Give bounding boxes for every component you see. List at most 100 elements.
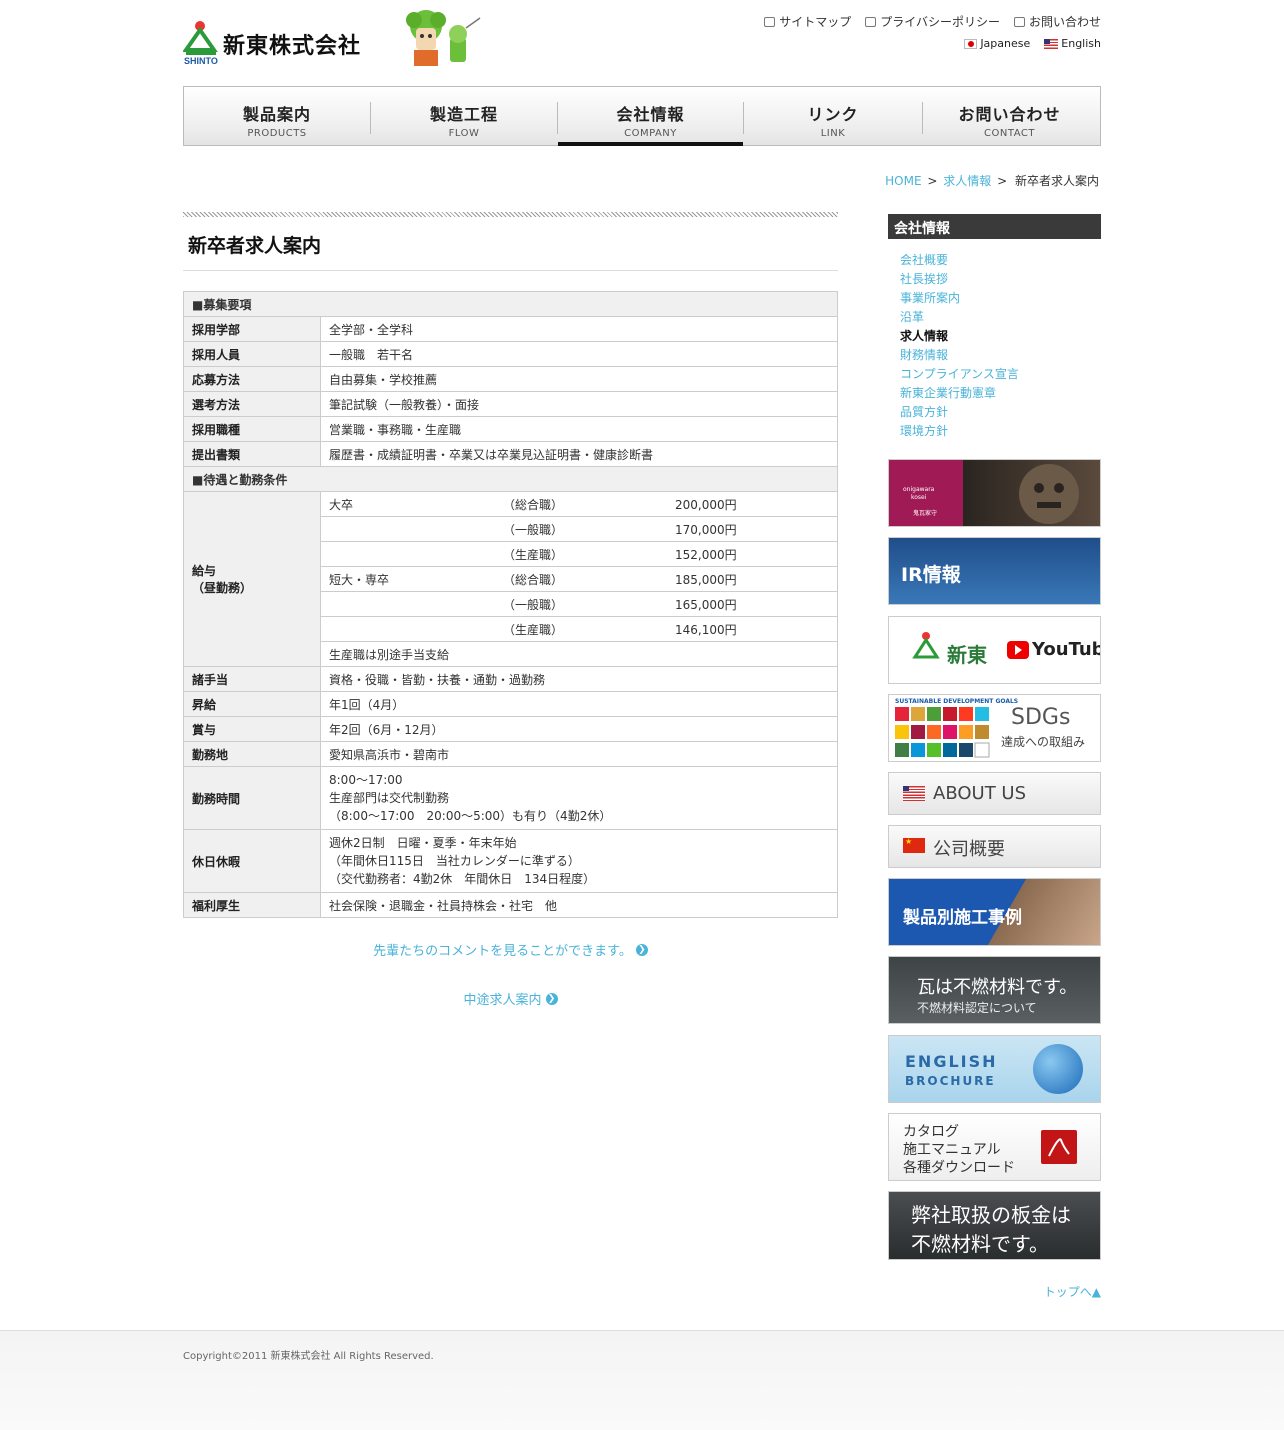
section-heading: ■待遇と勤務条件 (183, 466, 838, 492)
company-logo[interactable]: SHINTO 新東株式会社 (183, 20, 388, 66)
salary-amount: 146,100円 (675, 622, 737, 637)
table-row: 勤務地 愛知県高浜市・碧南市 (183, 741, 838, 767)
table-row: 採用職種 営業職・事務職・生産職 (183, 416, 838, 442)
row-value: 履歴書・成績証明書・卒業又は卒業見込証明書・健康診断書 (320, 441, 838, 467)
breadcrumb-home[interactable]: HOME (885, 174, 921, 188)
salary-type: （一般職） (503, 597, 564, 612)
sidebar-item-compliance[interactable]: コンプライアンス宣言 (900, 365, 1089, 384)
page-title: 新卒者求人案内 (183, 217, 838, 271)
english-brochure-banner[interactable]: ENGLISH BROCHURE (888, 1035, 1101, 1103)
sidebar-item-quality[interactable]: 品質方針 (900, 403, 1089, 422)
catalog-download-banner[interactable]: カタログ 施工マニュアル 各種ダウンロード (888, 1113, 1101, 1181)
pdf-icon (1041, 1130, 1077, 1164)
fireproof-tile-banner[interactable]: 瓦は不燃材料です。 不燃材料認定について (888, 956, 1101, 1024)
row-value: 年2回（6月・12月） (320, 716, 838, 742)
sidebar-item-finance[interactable]: 財務情報 (900, 346, 1089, 365)
breadcrumb-current: 新卒者求人案内 (1014, 174, 1099, 188)
row-value: 社会保険・退職金・社員持株会・社宅 他 (320, 892, 838, 918)
china-overview-banner[interactable]: ★ 公司概要 (888, 825, 1101, 868)
row-value: 一般職 若干名 (320, 341, 838, 367)
salary-amount: 165,000円 (675, 597, 737, 612)
shinto-logo-icon (912, 632, 940, 659)
sitemap-link[interactable]: サイトマップ (764, 13, 851, 30)
sdgs-banner[interactable]: SUSTAINABLE DEVELOPMENT GOALS SDGs 達成への取… (888, 694, 1101, 762)
midcareer-link-wrap: 中途求人案内 ❯ (183, 989, 838, 1008)
sidebar-item-environment[interactable]: 環境方針 (900, 422, 1089, 441)
row-value: 営業職・事務職・生産職 (320, 416, 838, 442)
salary-school (329, 521, 503, 538)
main-content: 新卒者求人案内 ■募集要項 採用学部 全学部・全学科 採用人員 一般職 若干名 応募… (183, 212, 838, 1008)
sidebar-item-charter[interactable]: 新東企業行動憲章 (900, 384, 1089, 403)
section-heading: ■募集要項 (183, 291, 838, 317)
svg-text:SHINTO: SHINTO (184, 56, 218, 66)
row-label: 勤務地 (183, 741, 321, 767)
sitemap-icon (764, 16, 776, 27)
nav-flow[interactable]: 製造工程 FLOW (371, 87, 557, 145)
youtube-banner[interactable]: 新東 YouTube (888, 616, 1101, 684)
row-value: 8:00～17:00 生産部門は交代制勤務 （8:00～17:00 20:00～5:… (320, 766, 838, 830)
global-nav: 製品案内 PRODUCTS 製造工程 FLOW 会社情報 COMPANY リンク LIN… (183, 86, 1101, 146)
row-label: 昇給 (183, 691, 321, 717)
nav-link[interactable]: リンク LINK (744, 87, 922, 145)
row-label: 選考方法 (183, 391, 321, 417)
salary-school: 短大・専卒 (329, 572, 390, 587)
nav-contact[interactable]: お問い合わせ CONTACT (923, 87, 1096, 145)
nav-products[interactable]: 製品案内 PRODUCTS (184, 87, 370, 145)
salary-type: （総合職） (503, 572, 564, 587)
copyright-text: Copyright©2011 新東株式会社 All Rights Reserve… (183, 1351, 434, 1362)
sheet-metal-banner[interactable]: 弊社取扱の板金は 不燃材料です。 (888, 1191, 1101, 1260)
sidebar-item-recruit[interactable]: 求人情報 (900, 327, 1089, 346)
construction-cases-banner[interactable]: 製品別施工事例 (888, 878, 1101, 946)
salary-school: 大卒 (329, 497, 354, 512)
salary-amount: 185,000円 (675, 572, 737, 587)
shinto-logo-mark: SHINTO (183, 21, 218, 66)
midcareer-link[interactable]: 中途求人案内 ❯ (463, 989, 558, 1008)
salary-label: 給与 （昼勤務） (183, 491, 321, 667)
youtube-play-icon (1007, 641, 1029, 659)
sidebar-item-history[interactable]: 沿革 (900, 308, 1089, 327)
contact-link[interactable]: お問い合わせ (1013, 13, 1101, 30)
row-value: 資格・役職・皆勤・扶養・通勤・過勤務 (320, 666, 838, 692)
sidebar-item-greeting[interactable]: 社長挨拶 (900, 270, 1089, 289)
row-label: 休日休暇 (183, 829, 321, 893)
table-row: 採用人員 一般職 若干名 (183, 341, 838, 367)
comments-link[interactable]: 先輩たちのコメントを見ることができます。 ❯ (373, 940, 648, 959)
row-label: 勤務時間 (183, 766, 321, 830)
back-to-top-link[interactable]: トップへ▲ (1044, 1283, 1101, 1300)
table-row: 勤務時間 8:00～17:00 生産部門は交代制勤務 （8:00～17:00 20:… (183, 766, 838, 830)
sidebar-item-overview[interactable]: 会社概要 (900, 251, 1089, 270)
row-label: 採用人員 (183, 341, 321, 367)
company-name: 新東株式会社 (223, 34, 362, 59)
table-row: ■募集要項 (183, 291, 838, 317)
sidebar-item-offices[interactable]: 事業所案内 (900, 289, 1089, 308)
globe-icon (1033, 1044, 1083, 1094)
table-row: 福利厚生 社会保険・退職金・社員持株会・社宅 他 (183, 892, 838, 918)
mascot-illustration (406, 10, 481, 66)
table-row: 休日休暇 週休2日制 日曜・夏季・年末年始 （年間休日115日 当社カレンダーに準… (183, 829, 838, 893)
breadcrumb-separator: > (927, 174, 938, 188)
about-us-banner[interactable]: ABOUT US (888, 772, 1101, 815)
row-label: 賞与 (183, 716, 321, 742)
footer: Copyright©2011 新東株式会社 All Rights Reserve… (0, 1330, 1284, 1430)
nav-company[interactable]: 会社情報 COMPANY (558, 87, 743, 146)
sidebar-heading: 会社情報 (888, 214, 1101, 239)
table-row: 賞与 年2回（6月・12月） (183, 716, 838, 742)
salary-row: 給与 （昼勤務） 大卒 （総合職） 200,000円 (183, 491, 838, 667)
ir-banner[interactable]: IR情報 (888, 537, 1101, 605)
row-label: 諸手当 (183, 666, 321, 692)
language-switcher: Japanese English (964, 37, 1101, 50)
table-row: 諸手当 資格・役職・皆勤・扶養・通勤・過勤務 (183, 666, 838, 692)
row-label: 採用職種 (183, 416, 321, 442)
salary-amount: 152,000円 (675, 547, 737, 562)
sdgs-goal-grid (895, 707, 990, 758)
language-english[interactable]: English (1044, 37, 1101, 50)
mail-icon (1013, 16, 1025, 27)
privacy-policy-link[interactable]: プライバシーポリシー (865, 13, 1000, 30)
salary-type: （生産職） (503, 622, 564, 637)
language-japanese[interactable]: Japanese (964, 37, 1030, 50)
breadcrumb-recruit[interactable]: 求人情報 (943, 174, 991, 188)
onigawara-banner[interactable]: onigawara kosei 鬼瓦家守 (888, 459, 1101, 527)
row-label: 提出書類 (183, 441, 321, 467)
table-row: 提出書類 履歴書・成績証明書・卒業又は卒業見込証明書・健康診断書 (183, 441, 838, 467)
demon-tile-photo (1019, 464, 1079, 524)
